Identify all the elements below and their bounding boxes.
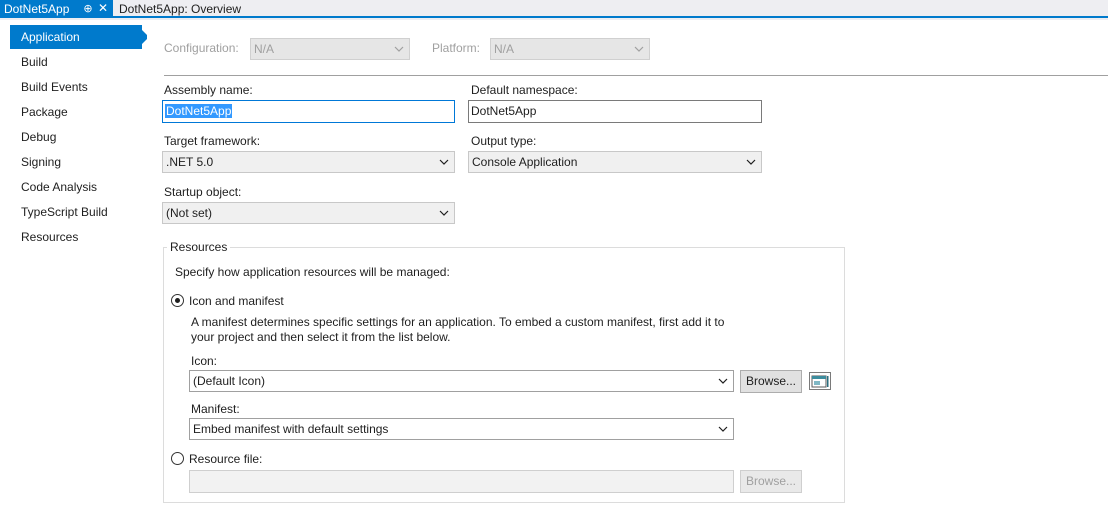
resource-file-input[interactable] [189,470,734,493]
icon-label: Icon: [191,354,218,368]
icon-manifest-radio[interactable] [171,294,184,307]
sidebar-item-label: TypeScript Build [21,205,108,219]
startup-object-dropdown[interactable]: (Not set) [162,202,455,224]
target-framework-label: Target framework: [164,134,261,148]
chevron-down-icon [745,152,757,172]
sidebar-item-label: Build [21,55,48,69]
sidebar-item-signing[interactable]: Signing [10,150,142,174]
platform-label: Platform: [432,41,481,55]
chevron-down-icon [393,39,405,59]
target-framework-value: .NET 5.0 [166,155,214,169]
sidebar-item-typescript-build[interactable]: TypeScript Build [10,200,142,224]
sidebar-item-label: Package [21,105,68,119]
target-framework-dropdown[interactable]: .NET 5.0 [162,151,455,173]
default-namespace-label: Default namespace: [471,83,578,97]
resource-file-browse-button[interactable]: Browse... [740,470,802,493]
pin-icon[interactable]: ⊕ [82,2,94,15]
resources-description: Specify how application resources will b… [175,265,450,279]
resource-file-radio[interactable] [171,452,184,465]
sidebar-item-label: Code Analysis [21,180,98,194]
configuration-dropdown[interactable]: N/A [250,38,410,60]
resource-file-label[interactable]: Resource file: [189,452,262,466]
tab-overview[interactable]: DotNet5App: Overview [113,0,241,18]
assembly-name-input[interactable]: DotNet5App [162,100,455,123]
default-namespace-input[interactable]: DotNet5App [468,100,762,123]
chevron-down-icon [717,419,729,439]
sidebar-item-build[interactable]: Build [10,50,142,74]
sidebar-item-label: Resources [21,230,79,244]
property-pages-sidebar: Application Build Build Events Package D… [0,20,149,530]
assembly-name-label: Assembly name: [164,83,253,97]
configuration-label: Configuration: [164,41,239,55]
application-page: Configuration: N/A Platform: N/A Assembl… [147,20,1108,530]
manifest-dropdown[interactable]: Embed manifest with default settings [189,418,734,440]
output-type-label: Output type: [471,134,537,148]
default-namespace-value: DotNet5App [471,104,537,118]
tab-title: DotNet5App [4,2,70,16]
chevron-down-icon [438,152,450,172]
sidebar-item-application[interactable]: Application [10,25,149,49]
resources-group-title: Resources [167,240,231,254]
icon-manifest-label[interactable]: Icon and manifest [189,294,284,308]
startup-object-value: (Not set) [166,206,213,220]
manifest-value: Embed manifest with default settings [193,422,389,436]
chevron-down-icon [633,39,645,59]
sidebar-item-package[interactable]: Package [10,100,142,124]
sidebar-item-code-analysis[interactable]: Code Analysis [10,175,142,199]
icon-dropdown[interactable]: (Default Icon) [189,370,734,392]
application-icon-preview [809,372,831,390]
sidebar-item-resources[interactable]: Resources [10,225,142,249]
manifest-help-line2: your project and then select it from the… [191,330,451,344]
document-tab-strip: DotNet5App ⊕ ✕ DotNet5App: Overview [0,0,1108,18]
sidebar-item-label: Application [21,30,80,44]
sidebar-item-label: Build Events [21,80,88,94]
assembly-name-value: DotNet5App [165,104,233,118]
window-icon [811,375,829,388]
icon-value: (Default Icon) [193,374,266,388]
output-type-dropdown[interactable]: Console Application [468,151,762,173]
header-divider [164,75,1108,76]
platform-dropdown[interactable]: N/A [490,38,650,60]
sidebar-item-build-events[interactable]: Build Events [10,75,142,99]
output-type-value: Console Application [472,155,578,169]
platform-value: N/A [494,42,515,56]
sidebar-item-debug[interactable]: Debug [10,125,142,149]
tab-overview-title: DotNet5App: Overview [119,2,242,16]
chevron-down-icon [438,203,450,223]
icon-browse-button[interactable]: Browse... [740,370,802,393]
configuration-value: N/A [254,42,275,56]
close-icon[interactable]: ✕ [97,1,109,15]
sidebar-item-label: Signing [21,155,62,169]
startup-object-label: Startup object: [164,185,242,199]
manifest-help-line1: A manifest determines specific settings … [191,315,725,329]
tab-dotnet5app[interactable]: DotNet5App ⊕ ✕ [0,0,113,18]
manifest-label: Manifest: [191,402,240,416]
sidebar-item-label: Debug [21,130,57,144]
chevron-down-icon [717,371,729,391]
